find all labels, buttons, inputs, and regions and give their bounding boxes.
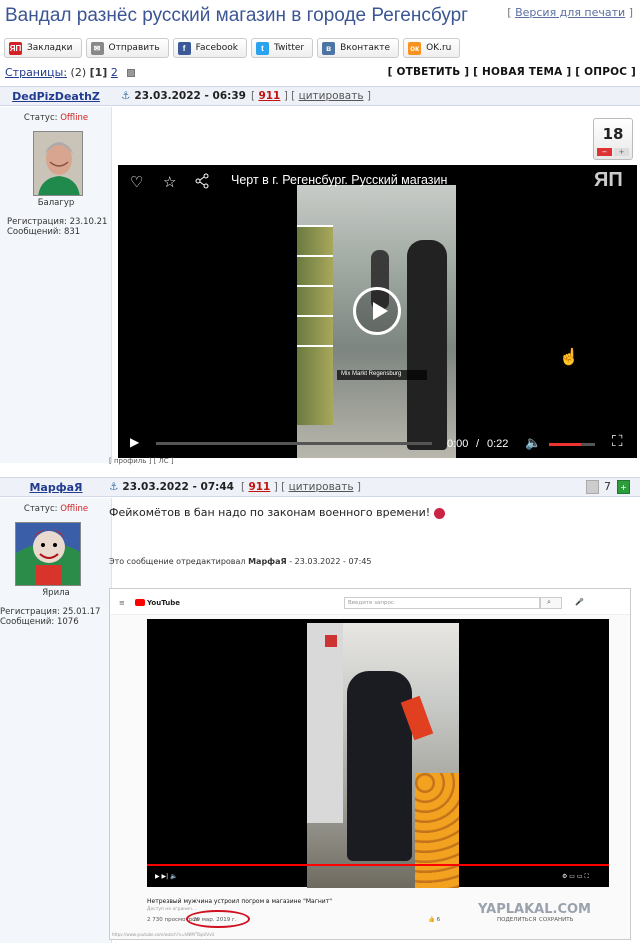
yt-mic-icon: 🎤: [575, 598, 584, 606]
topic-actions: [ ОТВЕТИТЬ ] [ НОВАЯ ТЕМА ] [ ОПРОС ]: [387, 66, 636, 78]
vote-down-button[interactable]: [586, 480, 599, 494]
post-date: ⚓ 23.03.2022 - 07:44: [109, 481, 234, 493]
post-author[interactable]: МарфаЯ: [0, 481, 112, 494]
quote-link[interactable]: цитировать: [289, 481, 354, 493]
anchor-icon: ⚓: [121, 90, 131, 102]
share-label: Отправить: [108, 43, 160, 53]
twitter-icon: t: [255, 41, 269, 55]
post-number[interactable]: 911: [248, 481, 270, 493]
user-messages: Сообщений: 1076: [0, 617, 79, 627]
share-label: OK.ru: [426, 43, 452, 53]
vote-up-button[interactable]: +: [617, 480, 630, 494]
rating-value: 18: [602, 125, 624, 143]
share-icon[interactable]: [194, 173, 210, 192]
post-meta: [ 911 ] [ цитировать ]: [241, 481, 361, 493]
yaplakal-watermark: YAPLAKAL.COM: [478, 902, 591, 917]
reply-button[interactable]: ОТВЕТИТЬ: [396, 66, 460, 78]
cursor-icon: ☝: [559, 349, 579, 366]
mail-icon: ✉: [90, 41, 104, 55]
yt-likes: 👍 6: [428, 917, 441, 923]
post-meta: [ 911 ] [ цитировать ]: [251, 90, 371, 102]
play-overlay-button[interactable]: [353, 287, 401, 335]
page-title: Вандал разнёс русский магазин в городе Р…: [5, 5, 469, 26]
time-separator: /: [476, 438, 480, 450]
share-button-yap[interactable]: ЯП Закладки: [4, 38, 82, 58]
rating-minus-button[interactable]: −: [597, 148, 612, 156]
yt-url: https://www.youtube.com/watch?v=hNMYTbpU…: [112, 932, 215, 937]
rating-widget: 18 − +: [593, 118, 633, 160]
share-button-vk[interactable]: в Вконтакте: [317, 38, 400, 58]
share-button-mail[interactable]: ✉ Отправить: [85, 38, 169, 58]
pagination: Страницы: (2) [1] 2: [5, 66, 136, 79]
rating-plus-button[interactable]: +: [614, 148, 629, 156]
yt-search-icon: ⌕: [547, 598, 551, 606]
share-button-twitter[interactable]: t Twitter: [250, 38, 314, 58]
star-icon[interactable]: ☆: [163, 173, 176, 191]
time-total: 0:22: [487, 438, 509, 450]
fullscreen-icon[interactable]: ⛶: [612, 433, 623, 450]
play-button[interactable]: ▶: [130, 435, 139, 449]
post-text: Фейкомётов в бан надо по законам военног…: [109, 506, 445, 519]
yt-share: ПОДЕЛИТЬСЯ: [497, 917, 537, 923]
vk-icon: в: [322, 41, 336, 55]
page-2-link[interactable]: 2: [111, 66, 118, 79]
anchor-icon: ⚓: [109, 481, 119, 493]
share-button-ok[interactable]: ок OK.ru: [403, 38, 461, 58]
status-line: Статус: Offline: [23, 504, 89, 514]
post-number[interactable]: 911: [258, 90, 280, 102]
volume-icon[interactable]: 🔈: [525, 435, 541, 451]
post-author[interactable]: DedPizDeathZ: [0, 90, 112, 103]
share-button-facebook[interactable]: f Facebook: [172, 38, 247, 58]
yt-search-input: Введите запрос: [348, 600, 394, 606]
share-bar: ЯП Закладки ✉ Отправить f Facebook t Twitter в Вк…: [4, 38, 461, 58]
menu-icon: ≡: [119, 599, 125, 607]
progress-bar[interactable]: [156, 442, 432, 445]
user-rank: Ярила: [42, 588, 70, 598]
user-rank: Балагур: [37, 198, 75, 208]
yap-icon: ЯП: [9, 41, 22, 55]
youtube-logo: YouTube: [147, 599, 180, 607]
video-title: Черт в г. Регенсбург. Русский магазин: [231, 173, 448, 187]
quote-link[interactable]: цитировать: [299, 90, 364, 102]
share-label: Вконтакте: [340, 43, 391, 53]
poll-button[interactable]: ОПРОС: [584, 66, 627, 78]
post-date: ⚓ 23.03.2022 - 06:39: [121, 90, 246, 102]
new-topic-button[interactable]: НОВАЯ ТЕМА: [482, 66, 563, 78]
share-label: Facebook: [195, 43, 238, 53]
volume-slider[interactable]: [549, 443, 595, 446]
page-grid-icon[interactable]: [127, 69, 136, 77]
highlight-circle: [186, 910, 250, 928]
avatar[interactable]: [33, 131, 83, 196]
user-registration: Регистрация: 25.01.17: [0, 607, 101, 617]
yap-logo: ЯП: [594, 169, 623, 191]
yt-play-icon: ▶ ▶| 🔈: [155, 873, 178, 880]
share-label: Twitter: [273, 43, 305, 53]
user-messages: Сообщений: 831: [7, 227, 81, 237]
facebook-icon: f: [177, 41, 191, 55]
share-label: Закладки: [27, 43, 73, 53]
edited-note: Это сообщение отредактировал МарфаЯ - 23…: [109, 557, 372, 566]
vote-count: 7: [604, 480, 611, 493]
user-registration: Регистрация: 23.10.21: [7, 217, 108, 227]
yt-player: ▶ ▶| 🔈 ⚙ ▭ ▭ ⛶: [147, 619, 609, 888]
post-footer-links[interactable]: [ профиль ] [ ЛС ]: [109, 457, 174, 465]
youtube-icon: [135, 599, 145, 606]
video-player[interactable]: Mix Markt Regensburg ♡ ☆ Черт в г. Реген…: [118, 165, 637, 458]
angry-smiley-icon: [433, 507, 445, 519]
youtube-screenshot[interactable]: ≡ YouTube Введите запрос ⌕ 🎤 ▶ ▶| 🔈 ⚙ ▭ …: [109, 588, 631, 940]
yt-video-title: Нетрезвый мужчина устроил погром в магаз…: [147, 898, 332, 905]
avatar[interactable]: [15, 522, 81, 586]
video-overlay-text: Mix Markt Regensburg: [341, 371, 402, 377]
heart-icon[interactable]: ♡: [130, 173, 143, 191]
yt-settings-icon: ⚙ ▭ ▭ ⛶: [562, 873, 589, 880]
status-line: Статус: Offline: [23, 113, 89, 123]
pages-label[interactable]: Страницы:: [5, 66, 67, 79]
ok-icon: ок: [408, 41, 422, 55]
print-version-link[interactable]: [ Версия для печати ]: [507, 6, 633, 19]
yt-save: СОХРАНИТЬ: [539, 917, 574, 923]
time-current: 0:00: [447, 438, 469, 450]
yt-channel: Доступ не огранич...: [147, 907, 197, 912]
